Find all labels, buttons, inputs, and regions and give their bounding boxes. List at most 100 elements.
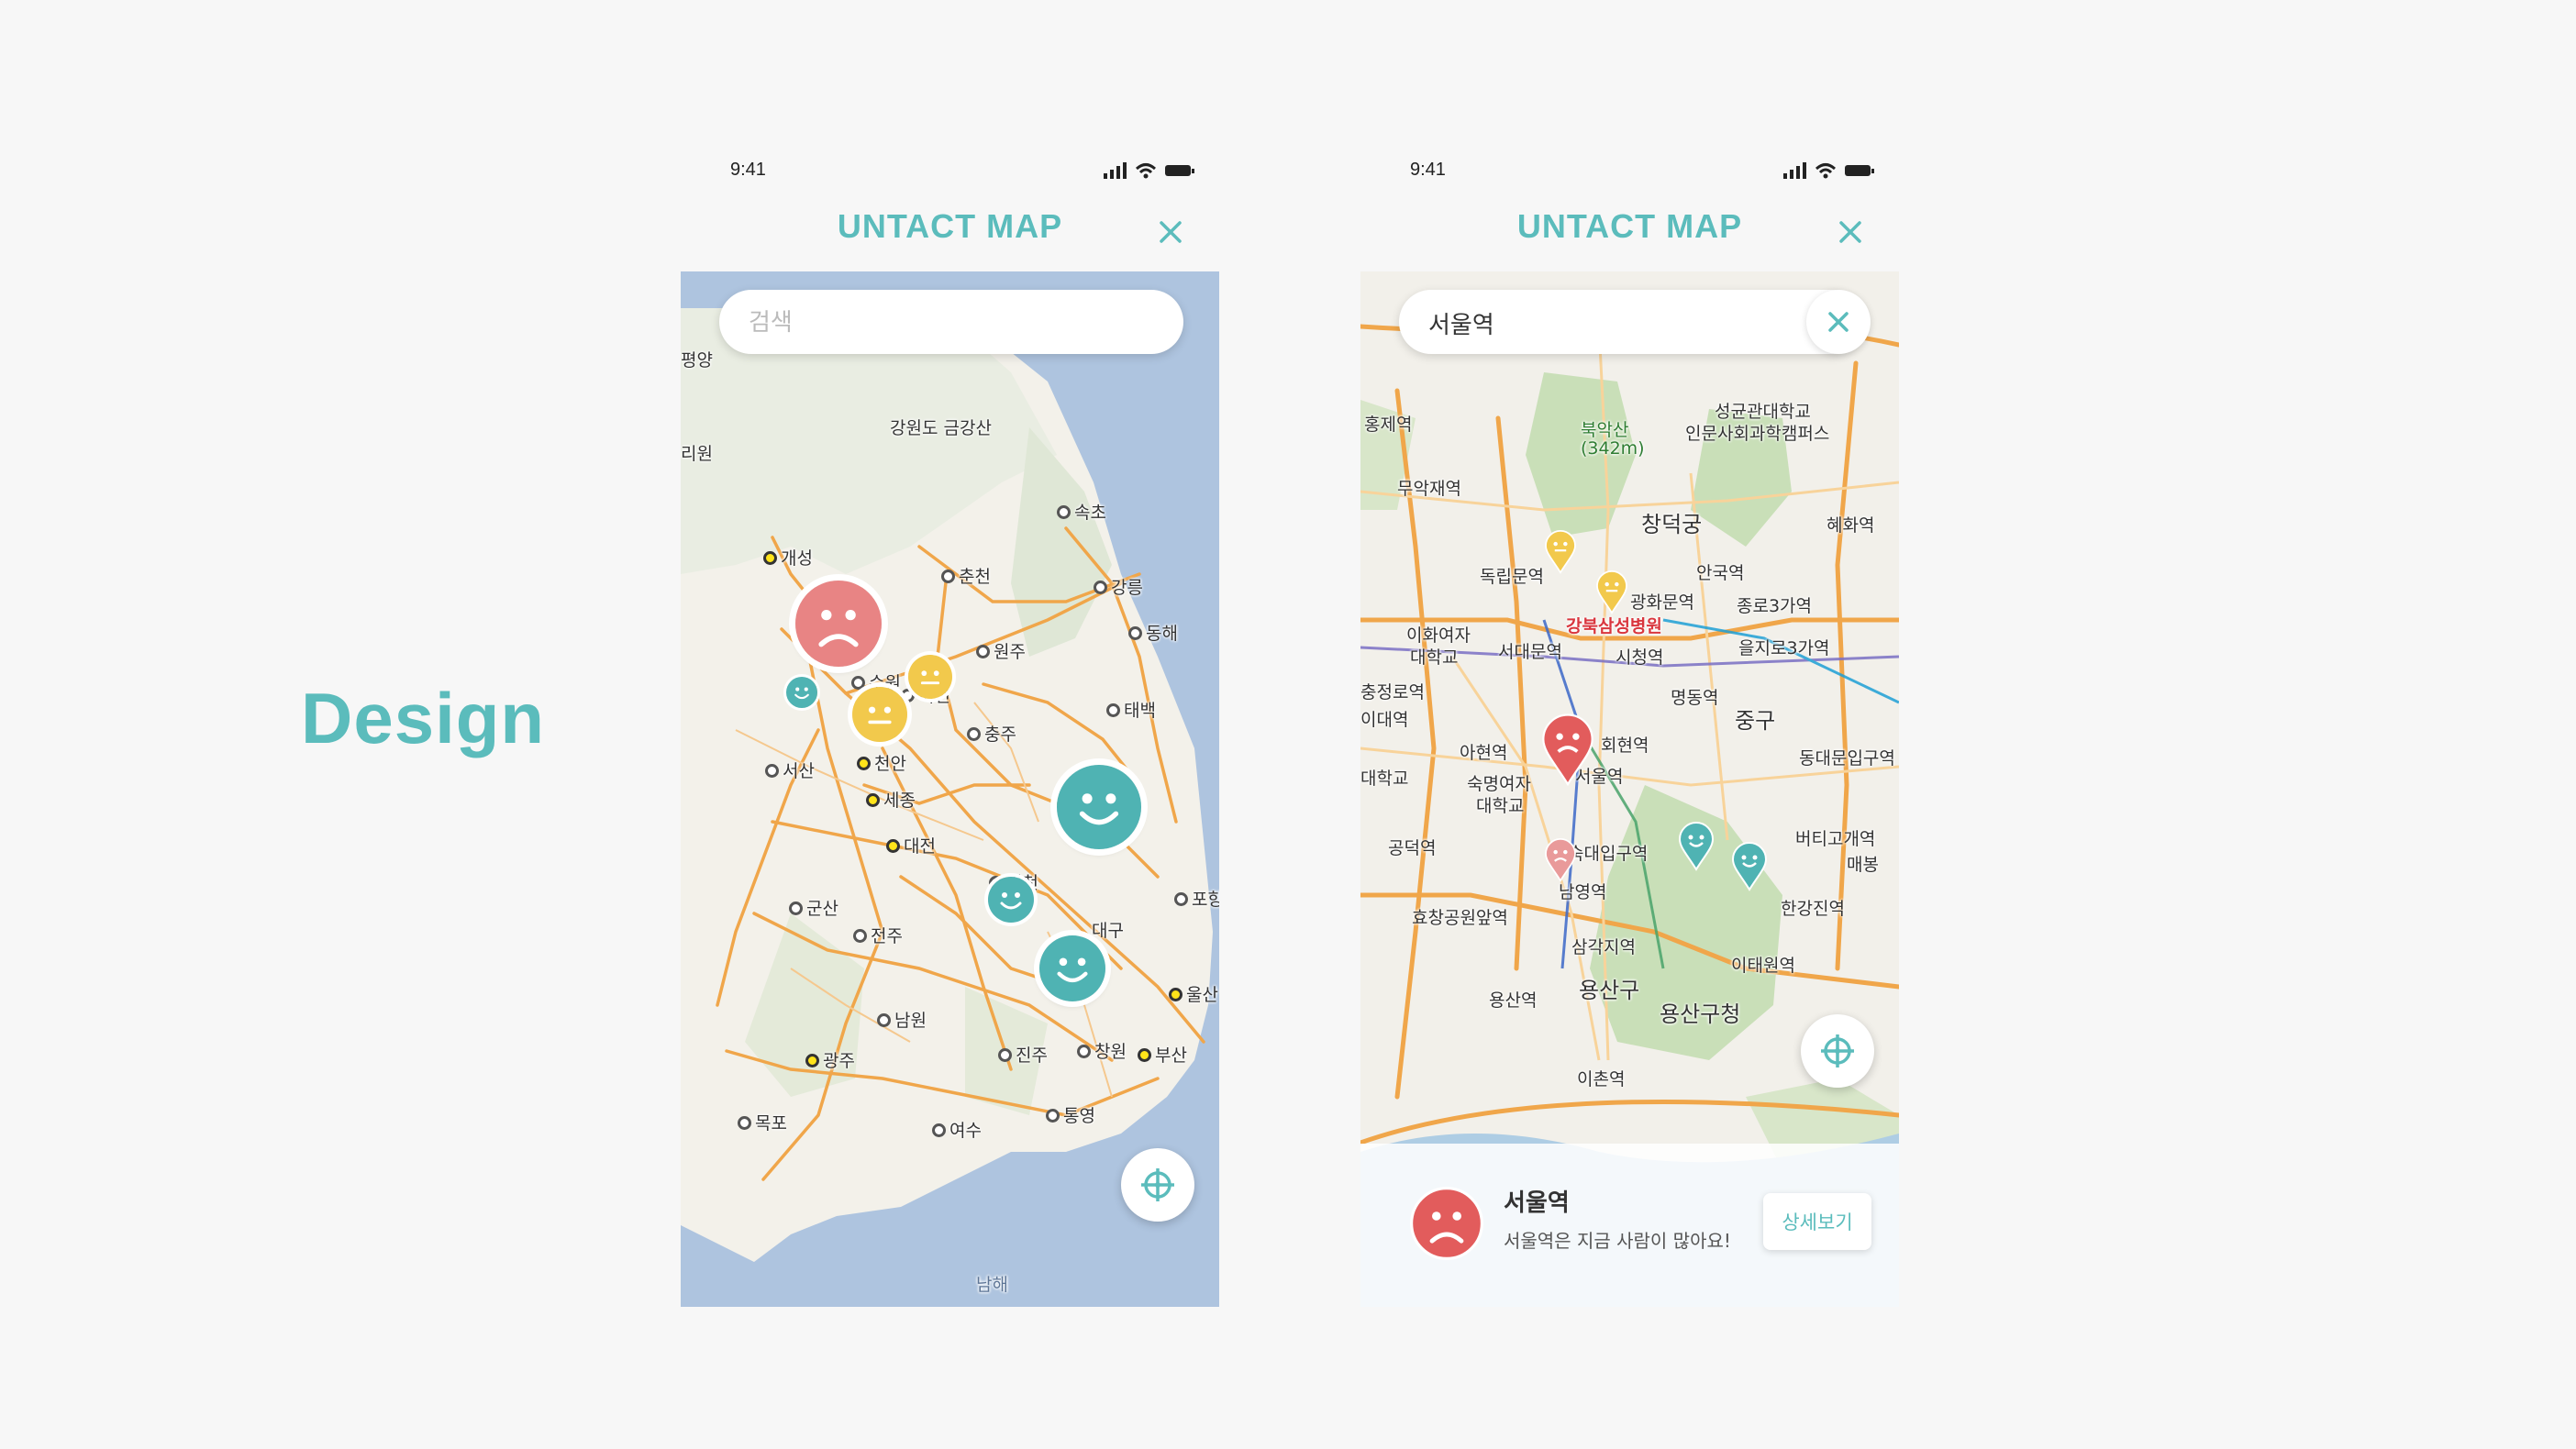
sad-pin-icon [1545,838,1576,882]
map-label: 세종 [866,787,916,812]
map-label: 부산 [1138,1042,1187,1067]
map-label: 리원 [681,444,713,464]
close-icon [1160,221,1182,243]
map-label: 명동역 [1671,688,1719,708]
close-icon [1839,221,1861,243]
neutral-face-icon [908,655,952,699]
happy-pin-marker[interactable] [1731,842,1768,891]
map-label: 태백 [1106,697,1156,722]
neutral-face-marker[interactable] [908,655,952,699]
map-label: 동해 [1128,620,1178,645]
map-label: 한강진역 [1781,899,1845,919]
crosshair-icon [1821,1034,1854,1067]
map-label: 공덕역 [1388,838,1437,858]
locate-button[interactable] [1121,1148,1194,1222]
neutral-pin-marker[interactable] [1544,530,1577,574]
place-status-text: 서울역은 지금 사람이 많아요! [1504,1230,1731,1252]
status-bar: 9:41 [1360,147,1899,196]
happy-face-marker[interactable] [1057,765,1141,849]
happy-face-icon [1039,935,1105,1001]
map-label: 충정로역 [1360,682,1425,702]
title-bar: UNTACT MAP [1360,196,1899,271]
happy-face-marker[interactable] [1039,935,1105,1001]
map-label: 남영역 [1559,882,1607,902]
search-bar[interactable] [1399,290,1871,356]
map-label: 포항 [1174,886,1219,911]
map-label: 이대역 [1360,710,1409,730]
battery-icon [1165,165,1194,176]
map-label: 광화문역 [1630,592,1694,613]
locate-button[interactable] [1801,1014,1874,1088]
crosshair-icon [1141,1168,1174,1201]
search-input[interactable] [1427,290,1797,356]
design-heading: Design [301,678,546,758]
map-label: 중구 [1735,708,1776,734]
status-icons [1102,161,1195,180]
signal-icon [1783,162,1806,179]
detail-button[interactable]: 상세보기 [1763,1193,1871,1250]
search-input[interactable] [747,290,1117,356]
happy-face-marker[interactable] [988,877,1034,923]
happy-face-icon [1057,765,1141,849]
map-label: 개성 [763,545,813,570]
map-label: 동대문입구역 [1799,748,1895,769]
map-label: 아현역 [1460,743,1508,763]
close-button[interactable] [1837,218,1864,246]
map-label: 회현역 [1601,736,1649,756]
map-label: 울산 [1169,981,1218,1006]
search-clear-button[interactable] [1806,290,1871,354]
map-label: 인문사회과학캠퍼스 [1685,424,1830,444]
map-label: 강릉 [1094,574,1143,599]
map-label: 원주 [976,638,1026,663]
sad-face-marker[interactable] [795,581,882,667]
map-view-seoul[interactable]: 홍제역 무악재역 북악산 (342m) 성균관대학교 인문사회과학캠퍼스 혜화역… [1360,271,1899,1307]
happy-face-icon [988,877,1034,923]
map-label: 남해 [976,1275,1008,1295]
map-label: 서산 [765,758,815,782]
wifi-icon [1135,163,1157,179]
map-label: 전주 [853,923,903,947]
close-button[interactable] [1157,218,1184,246]
sad-pin-marker[interactable] [1544,838,1577,882]
happy-pin-marker[interactable] [1678,822,1715,871]
map-label: 대학교 [1410,647,1459,668]
map-label: 을지로3가역 [1738,638,1830,658]
map-label: 독립문역 [1480,567,1544,587]
map-label: 목포 [738,1110,787,1134]
map-label: 북악산 [1581,420,1629,440]
app-title: UNTACT MAP [837,207,1063,245]
map-label: 용산구 [1579,978,1640,1003]
neutral-face-marker[interactable] [852,687,907,742]
map-label: 군산 [789,895,838,920]
map-label: 숙명여자 [1467,774,1531,794]
map-label: 진주 [998,1042,1048,1067]
map-label: 창원 [1077,1038,1127,1063]
map-label: 서대문역 [1498,642,1562,662]
signal-icon [1104,162,1127,179]
map-label: 효창공원앞역 [1412,908,1508,928]
map-label: 홍제역 [1364,415,1413,435]
map-view-korea[interactable]: 평양 강원도 금강산 리원 속초 개성 춘천 강릉 동해 서울 원주 수원 이천… [681,271,1219,1307]
map-label: 충주 [967,721,1016,746]
title-bar: UNTACT MAP [681,196,1219,271]
phone-screen-seoul-station: 9:41 UNTACT MAP 서울역 홍제역 무악재역 북악산 (342m) … [1360,147,1899,1307]
map-label: 춘천 [941,563,991,588]
neutral-pin-icon [1596,570,1627,614]
neutral-pin-marker[interactable] [1595,570,1628,614]
map-label: (342m) [1581,438,1645,459]
happy-pin-icon [1678,822,1715,871]
map-label: 강북삼성병원 [1566,616,1662,636]
status-time: 9:41 [1410,160,1446,180]
map-label: 용산구청 [1660,1001,1741,1027]
sad-pin-icon [1542,713,1593,787]
sad-pin-marker[interactable] [1540,713,1595,787]
happy-face-icon [786,677,817,708]
map-label: 무악재역 [1397,479,1461,499]
map-label: 삼각지역 [1571,937,1636,957]
map-label: 안국역 [1696,563,1745,583]
map-label: 이화여자 [1406,625,1471,646]
map-label: 시청역 [1616,647,1664,668]
map-label: 남원 [877,1007,927,1032]
search-bar[interactable] [719,290,1183,356]
happy-face-marker[interactable] [786,677,817,708]
